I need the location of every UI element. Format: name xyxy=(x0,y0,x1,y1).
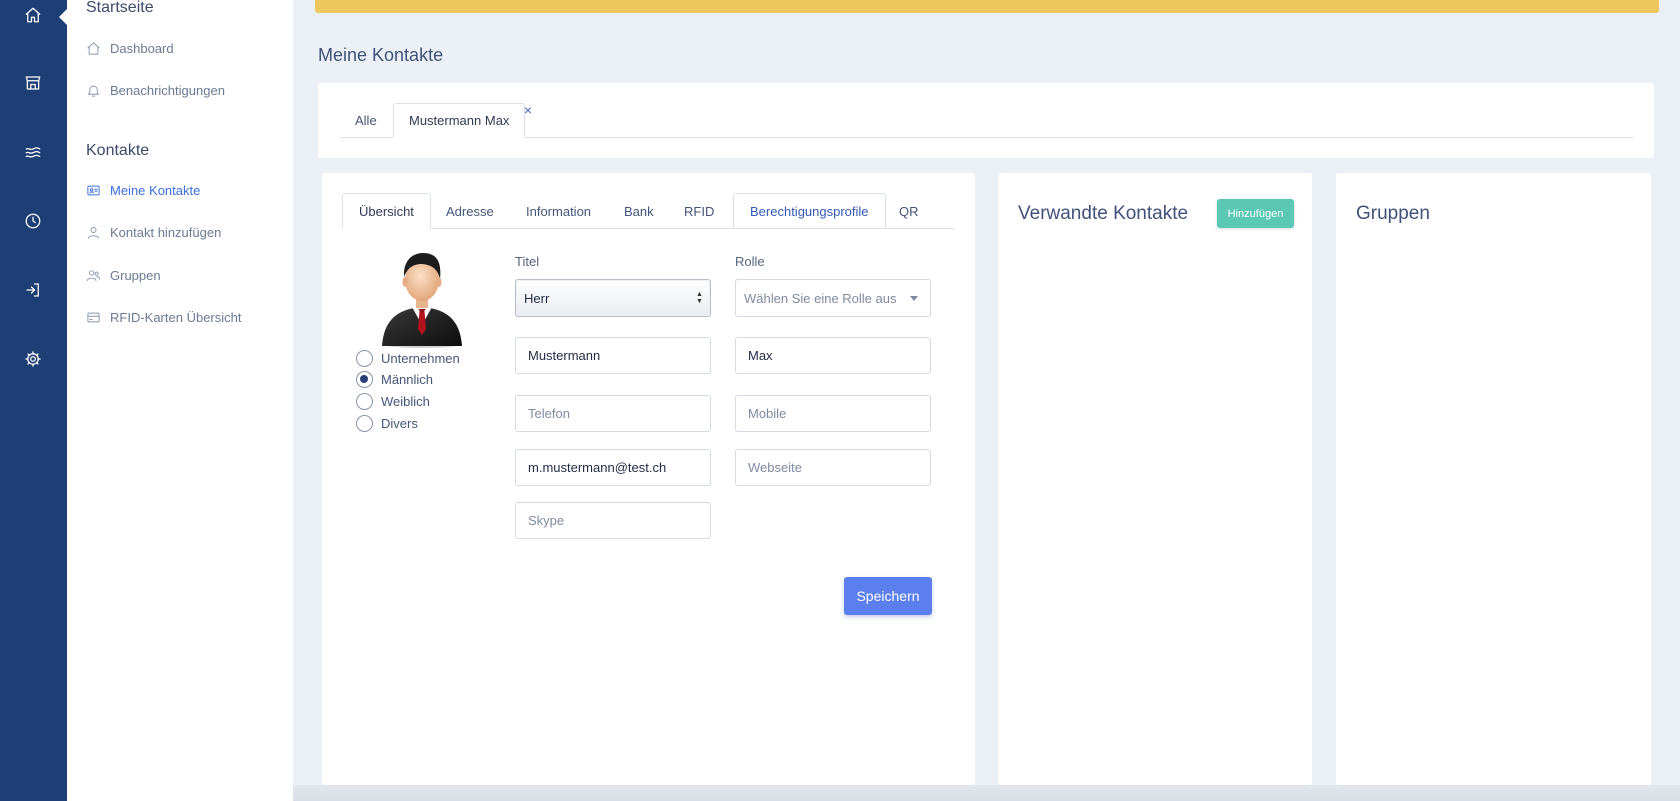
mobile-input[interactable] xyxy=(735,395,931,432)
tab-rfid[interactable]: RFID xyxy=(668,193,730,229)
sidebar-item-label: RFID-Karten Übersicht xyxy=(110,309,242,325)
radio-button-selected[interactable] xyxy=(356,370,373,388)
email-input[interactable] xyxy=(515,449,711,486)
page-title: Meine Kontakte xyxy=(318,45,444,65)
titel-select[interactable]: Herr ▲ ▼ xyxy=(515,279,711,317)
add-related-contact-button[interactable]: Hinzufügen xyxy=(1217,199,1294,228)
webseite-input[interactable] xyxy=(735,449,931,486)
sidebar-item-my-contacts[interactable]: Meine Kontakte xyxy=(86,178,200,202)
warning-bar xyxy=(315,0,1659,13)
bell-icon xyxy=(88,85,99,97)
radio-male[interactable]: Männlich xyxy=(356,369,433,389)
radio-label: Unternehmen xyxy=(381,350,460,366)
caret-down-icon xyxy=(910,296,918,301)
related-contacts-title: Verwandte Kontakte xyxy=(1018,203,1189,224)
radio-button[interactable] xyxy=(356,414,373,432)
sidebar-item-label: Meine Kontakte xyxy=(110,182,201,198)
groups-panel: Gruppen xyxy=(1336,173,1651,785)
tab-bank[interactable]: Bank xyxy=(608,193,670,229)
save-button[interactable]: Speichern xyxy=(844,577,932,615)
person-icon xyxy=(88,226,99,239)
people-icon xyxy=(86,269,101,281)
tab-information[interactable]: Information xyxy=(510,193,607,229)
titel-label: Titel xyxy=(515,254,540,269)
waves-icon[interactable] xyxy=(19,138,47,166)
store-icon[interactable] xyxy=(19,69,47,97)
sidebar: Startseite Dashboard Benachrichtigungen … xyxy=(67,0,293,801)
radio-company[interactable]: Unternehmen xyxy=(356,348,460,368)
related-contacts-panel: Verwandte Kontakte Hinzufügen xyxy=(998,173,1312,785)
gear-icon[interactable] xyxy=(19,345,47,373)
telefon-input[interactable] xyxy=(515,395,711,432)
close-icon[interactable]: × xyxy=(521,103,535,117)
sidebar-item-label: Benachrichtigungen xyxy=(110,82,225,98)
radio-female[interactable]: Weiblich xyxy=(356,391,430,411)
lastname-input[interactable] xyxy=(515,337,711,374)
contact-tabs-card: Alle Mustermann Max × xyxy=(318,83,1654,158)
sidebar-item-add-contact[interactable]: Kontakt hinzufügen xyxy=(86,220,221,244)
sidebar-item-label: Dashboard xyxy=(110,40,174,56)
rolle-select[interactable]: Wählen Sie eine Rolle aus xyxy=(735,279,931,317)
card-icon xyxy=(87,312,100,322)
tab-contact-mustermann[interactable]: Mustermann Max xyxy=(393,103,526,138)
sidebar-item-rfid-cards[interactable]: RFID-Karten Übersicht xyxy=(86,305,241,329)
sidebar-item-notifications[interactable]: Benachrichtigungen xyxy=(86,78,225,102)
home-icon[interactable] xyxy=(19,1,47,29)
radio-label: Weiblich xyxy=(381,393,430,409)
icon-rail xyxy=(0,0,68,801)
radio-label: Männlich xyxy=(381,371,434,387)
sidebar-item-dashboard[interactable]: Dashboard xyxy=(86,36,174,60)
house-icon xyxy=(87,41,100,55)
sidebar-section-contacts: Kontakte xyxy=(86,142,150,159)
rolle-select-placeholder: Wählen Sie eine Rolle aus xyxy=(744,290,897,306)
avatar xyxy=(382,253,462,348)
tab-all[interactable]: Alle xyxy=(340,103,392,138)
sidebar-item-groups[interactable]: Gruppen xyxy=(86,263,161,287)
sidebar-item-label: Gruppen xyxy=(110,267,161,283)
radio-button[interactable] xyxy=(356,392,373,410)
skype-input[interactable] xyxy=(515,502,711,539)
radio-button[interactable] xyxy=(356,349,373,367)
sidebar-item-label: Kontakt hinzufügen xyxy=(110,224,222,240)
tab-qr[interactable]: QR xyxy=(883,193,935,229)
login-icon[interactable] xyxy=(19,276,47,304)
sidebar-section-home: Startseite xyxy=(86,0,154,16)
bottom-scroll-area xyxy=(293,785,1680,801)
tab-divider xyxy=(340,137,1634,138)
id-card-icon xyxy=(87,185,100,195)
radio-label: Divers xyxy=(381,415,418,431)
clock-icon[interactable] xyxy=(19,207,47,235)
rolle-label: Rolle xyxy=(735,254,765,269)
groups-title: Gruppen xyxy=(1356,203,1430,224)
radio-diverse[interactable]: Divers xyxy=(356,413,418,433)
titel-select-value: Herr xyxy=(524,290,550,306)
contact-detail-panel: Übersicht Adresse Information Bank RFID … xyxy=(322,173,975,785)
tab-address[interactable]: Adresse xyxy=(430,193,510,229)
tab-permission-profiles[interactable]: Berechtigungsprofile xyxy=(733,193,886,229)
firstname-input[interactable] xyxy=(735,337,931,374)
select-arrows-icon: ▲ ▼ xyxy=(696,291,703,305)
tab-overview[interactable]: Übersicht xyxy=(342,193,431,229)
